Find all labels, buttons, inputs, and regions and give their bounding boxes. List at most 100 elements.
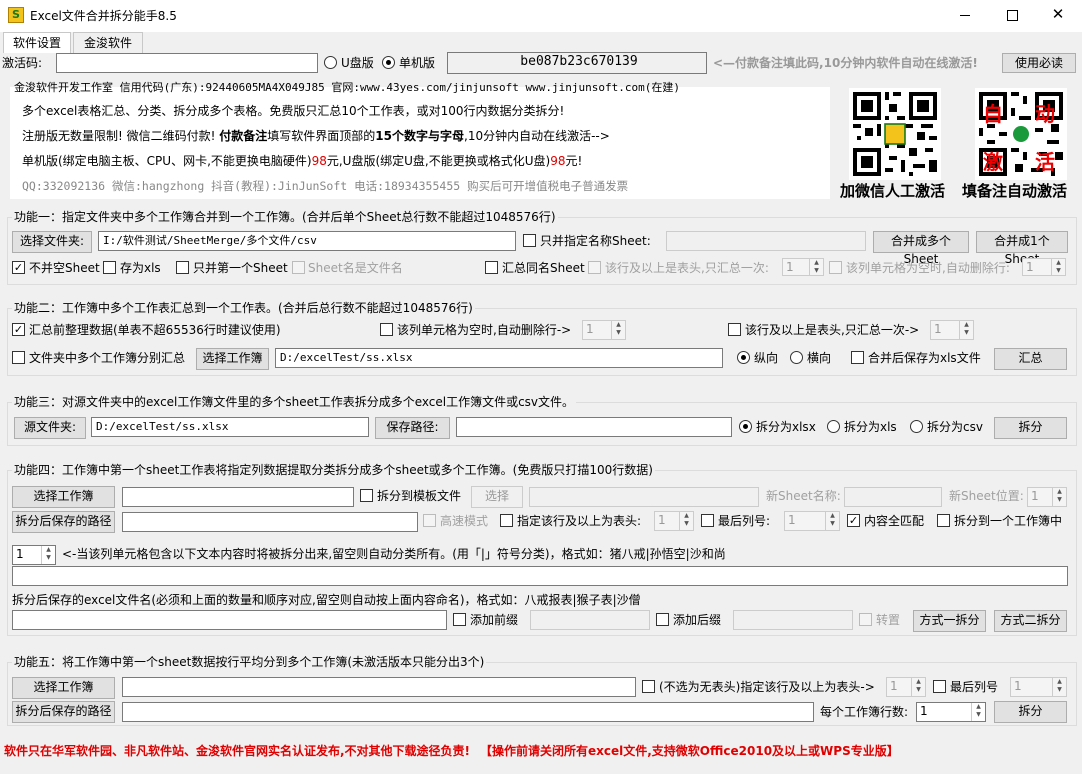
function2-title: 功能二：工作簿中多个工作表汇总到一个工作表。(合并后总行数不能超过1048576…	[12, 301, 475, 315]
f4-select-wb-button[interactable]: 选择工作簿	[12, 486, 115, 508]
transpose-checkbox[interactable]	[859, 613, 872, 626]
split-xls-radio[interactable]	[827, 420, 840, 433]
category-input[interactable]	[12, 566, 1068, 586]
info-line4-e: 元!	[565, 154, 583, 168]
first-only-checkbox[interactable]	[176, 261, 189, 274]
must-read-button[interactable]: 使用必读	[1002, 53, 1076, 73]
f2-empty-del-spinner[interactable]: 1 ▲ ▼	[582, 320, 626, 340]
folder-path-input[interactable]: I:/软件测试/SheetMerge/多个文件/csv	[98, 231, 516, 251]
f5-select-wb-button[interactable]: 选择工作簿	[12, 677, 115, 699]
mode1-split-button[interactable]: 方式一拆分	[913, 610, 986, 632]
activation-input[interactable]	[56, 53, 318, 73]
f4-save-path-input[interactable]	[122, 512, 418, 532]
tidy-checkbox[interactable]: ✓	[12, 323, 25, 336]
f2-select-wb-button[interactable]: 选择工作簿	[196, 348, 269, 370]
spinner-arrows-icon[interactable]: ▲ ▼	[1051, 259, 1065, 275]
spinner-arrows-icon[interactable]: ▲ ▼	[41, 546, 55, 564]
spinner-arrows-icon[interactable]: ▲ ▼	[1052, 488, 1066, 506]
vertical-radio[interactable]	[737, 351, 750, 364]
qr2-caption: 填备注自动激活	[962, 182, 1068, 200]
minimize-icon[interactable]	[960, 15, 970, 16]
function3-title: 功能三：对源文件夹中的excel工作簿文件里的多个sheet工作表拆分成多个ex…	[12, 395, 577, 409]
column-spinner[interactable]: 1 ▲ ▼	[12, 545, 56, 565]
fast-mode-checkbox[interactable]	[423, 514, 436, 527]
info-price-2: 98	[550, 154, 566, 168]
template-path-input[interactable]	[529, 487, 759, 507]
qr2-char-2: 动	[1035, 102, 1055, 126]
f3-split-button[interactable]: 拆分	[994, 417, 1067, 439]
maximize-icon[interactable]	[1007, 10, 1018, 21]
spinner-arrows-icon[interactable]: ▲ ▼	[971, 703, 985, 721]
f4-header-checkbox[interactable]	[500, 514, 513, 527]
f5-save-path-button[interactable]: 拆分后保存的路径	[12, 701, 115, 723]
f4-last-col-checkbox[interactable]	[701, 514, 714, 527]
to-one-wb-checkbox[interactable]	[937, 514, 950, 527]
sum-button[interactable]: 汇总	[994, 348, 1067, 370]
suffix-checkbox[interactable]	[656, 613, 669, 626]
folder-sum-checkbox[interactable]	[12, 351, 25, 364]
sheet-is-file-checkbox[interactable]	[292, 261, 305, 274]
f2-save-xls-checkbox[interactable]	[851, 351, 864, 364]
file-name-input[interactable]	[12, 610, 447, 630]
save-path-input[interactable]	[456, 417, 732, 437]
spinner-arrows-icon[interactable]: ▲ ▼	[809, 259, 823, 275]
f5-wb-input[interactable]	[122, 677, 636, 697]
f5-last-col-spinner[interactable]: 1 ▲ ▼	[1010, 677, 1067, 697]
f4-header-spinner[interactable]: 1 ▲ ▼	[654, 511, 694, 531]
empty-del-checkbox[interactable]	[829, 261, 842, 274]
merge-multi-button[interactable]: 合并成多个Sheet	[873, 231, 969, 266]
prefix-input[interactable]	[530, 610, 650, 630]
spinner-arrows-icon[interactable]: ▲ ▼	[911, 678, 925, 696]
machine-code-field[interactable]: be087b23c670139	[447, 52, 707, 74]
f2-path-input[interactable]: D:/excelTest/ss.xlsx	[275, 348, 723, 368]
split-csv-radio[interactable]	[910, 420, 923, 433]
header-row-checkbox[interactable]	[588, 261, 601, 274]
f4-save-path-button[interactable]: 拆分后保存的路径	[12, 511, 115, 533]
empty-del-spinner[interactable]: 1 ▲ ▼	[1022, 258, 1066, 276]
src-path-input[interactable]: D:/excelTest/ss.xlsx	[91, 417, 369, 437]
usb-radio[interactable]	[324, 56, 337, 69]
qr2-char-4: 活	[1035, 150, 1055, 174]
no-empty-checkbox[interactable]: ✓	[12, 261, 25, 274]
only-named-checkbox[interactable]	[523, 234, 536, 247]
new-sheet-pos-value: 1	[1031, 489, 1039, 503]
spinner-arrows-icon[interactable]: ▲ ▼	[959, 321, 973, 339]
new-sheet-name-input[interactable]	[844, 487, 942, 507]
close-icon[interactable]: ✕	[1050, 6, 1066, 22]
prefix-checkbox[interactable]	[453, 613, 466, 626]
machine-radio[interactable]	[382, 56, 395, 69]
spinner-arrows-icon[interactable]: ▲ ▼	[679, 512, 693, 530]
mode2-split-button[interactable]: 方式二拆分	[994, 610, 1067, 632]
sum-same-checkbox[interactable]	[485, 261, 498, 274]
to-template-checkbox[interactable]	[360, 489, 373, 502]
new-sheet-pos-spinner[interactable]: 1 ▲ ▼	[1027, 487, 1067, 507]
suffix-input[interactable]	[733, 610, 853, 630]
f5-save-path-input[interactable]	[122, 702, 814, 722]
merge-one-button[interactable]: 合并成1个Sheet	[976, 231, 1068, 266]
horizontal-radio[interactable]	[790, 351, 803, 364]
save-xls-checkbox[interactable]	[103, 261, 116, 274]
rows-per-spinner[interactable]: 1 ▲ ▼	[916, 702, 986, 722]
spinner-arrows-icon[interactable]: ▲ ▼	[611, 321, 625, 339]
f5-header-spinner[interactable]: 1 ▲ ▼	[886, 677, 926, 697]
f2-header-spinner[interactable]: 1 ▲ ▼	[930, 320, 974, 340]
select-template-button[interactable]: 选择	[471, 486, 523, 508]
split-xlsx-radio[interactable]	[739, 420, 752, 433]
spinner-arrows-icon[interactable]: ▲ ▼	[1052, 678, 1066, 696]
f4-wb-input[interactable]	[122, 487, 354, 507]
spinner-arrows-icon[interactable]: ▲ ▼	[825, 512, 839, 530]
sheet-name-input[interactable]	[666, 231, 866, 251]
tab-settings[interactable]: 软件设置	[3, 32, 71, 53]
full-match-checkbox[interactable]: ✓	[847, 514, 860, 527]
f5-last-col-checkbox[interactable]	[933, 680, 946, 693]
f5-header-checkbox[interactable]	[642, 680, 655, 693]
f4-last-col-spinner[interactable]: 1 ▲ ▼	[784, 511, 840, 531]
save-path-button[interactable]: 保存路径:	[375, 417, 450, 439]
select-folder-button[interactable]: 选择文件夹:	[12, 231, 92, 253]
f5-split-button[interactable]: 拆分	[994, 701, 1067, 723]
src-folder-button[interactable]: 源文件夹:	[14, 417, 86, 439]
header-row-spinner[interactable]: 1 ▲ ▼	[782, 258, 824, 276]
tab-jinjun[interactable]: 金浚软件	[73, 32, 143, 53]
f2-header-checkbox[interactable]	[728, 323, 741, 336]
f2-empty-del-checkbox[interactable]	[380, 323, 393, 336]
